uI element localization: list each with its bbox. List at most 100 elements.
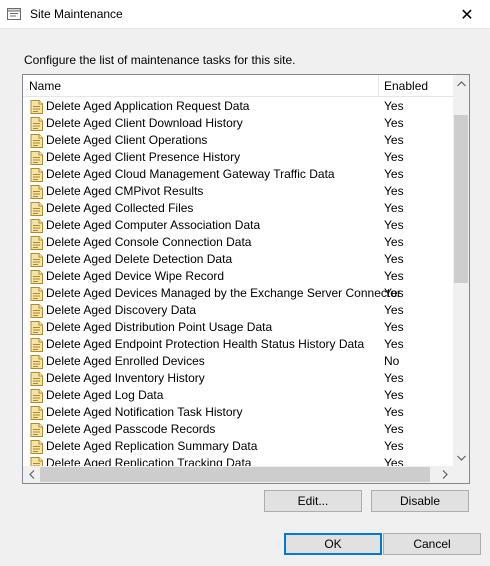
task-enabled: Yes [384, 218, 404, 232]
table-row[interactable]: Delete Aged Inventory History Yes [23, 370, 453, 387]
close-button[interactable]: ✕ [444, 0, 490, 29]
task-enabled: Yes [384, 371, 404, 385]
close-icon: ✕ [460, 6, 474, 24]
column-header-enabled[interactable]: Enabled [379, 75, 453, 97]
table-row[interactable]: Delete Aged Client Download History Yes [23, 115, 453, 132]
table-row[interactable]: Delete Aged Cloud Management Gateway Tra… [23, 166, 453, 183]
task-icon [30, 151, 43, 165]
task-name: Delete Aged Devices Managed by the Excha… [46, 286, 401, 300]
table-row[interactable]: Delete Aged Collected Files Yes [23, 200, 453, 217]
task-enabled: Yes [384, 303, 404, 317]
task-enabled: Yes [384, 167, 404, 181]
scroll-left-icon[interactable] [23, 466, 40, 483]
task-icon [30, 389, 43, 403]
task-icon [30, 440, 43, 454]
table-row[interactable]: Delete Aged CMPivot Results Yes [23, 183, 453, 200]
vertical-scrollbar[interactable] [453, 75, 469, 466]
task-name: Delete Aged Enrolled Devices [46, 354, 205, 368]
task-name: Delete Aged Cloud Management Gateway Tra… [46, 167, 335, 181]
task-enabled: Yes [384, 99, 404, 113]
task-enabled: Yes [384, 184, 404, 198]
task-icon [30, 219, 43, 233]
cancel-button[interactable]: Cancel [383, 533, 481, 555]
task-icon [30, 202, 43, 216]
table-row[interactable]: Delete Aged Discovery Data Yes [23, 302, 453, 319]
task-enabled: Yes [384, 235, 404, 249]
task-name: Delete Aged Computer Association Data [46, 218, 261, 232]
task-enabled: Yes [384, 388, 404, 402]
task-icon [30, 270, 43, 284]
task-enabled: Yes [384, 269, 404, 283]
task-enabled: Yes [384, 116, 404, 130]
edit-button[interactable]: Edit... [264, 490, 362, 512]
task-name: Delete Aged Replication Tracking Data [46, 456, 252, 466]
table-row[interactable]: Delete Aged Enrolled Devices No [23, 353, 453, 370]
task-name: Delete Aged Device Wipe Record [46, 269, 225, 283]
table-row[interactable]: Delete Aged Distribution Point Usage Dat… [23, 319, 453, 336]
table-row[interactable]: Delete Aged Device Wipe Record Yes [23, 268, 453, 285]
task-icon [30, 457, 43, 466]
list-rows: Delete Aged Application Request Data Yes D… [23, 98, 453, 466]
task-enabled: Yes [384, 150, 404, 164]
task-name: Delete Aged Inventory History [46, 371, 205, 385]
table-row[interactable]: Delete Aged Computer Association Data Yes [23, 217, 453, 234]
task-name: Delete Aged Collected Files [46, 201, 194, 215]
window-title: Site Maintenance [30, 7, 123, 21]
table-row[interactable]: Delete Aged Endpoint Protection Health S… [23, 336, 453, 353]
task-enabled: Yes [384, 133, 404, 147]
horizontal-scrollbar[interactable] [23, 466, 453, 483]
task-icon [30, 423, 43, 437]
task-enabled: Yes [384, 286, 404, 300]
disable-button[interactable]: Disable [371, 490, 469, 512]
task-name: Delete Aged Client Presence History [46, 150, 241, 164]
task-icon [30, 185, 43, 199]
task-enabled: Yes [384, 439, 404, 453]
task-icon [30, 372, 43, 386]
task-icon [30, 287, 43, 301]
task-icon [30, 117, 43, 131]
task-icon [30, 355, 43, 369]
task-icon [30, 100, 43, 114]
task-name: Delete Aged Client Download History [46, 116, 243, 130]
table-row[interactable]: Delete Aged Console Connection Data Yes [23, 234, 453, 251]
task-name: Delete Aged Client Operations [46, 133, 208, 147]
task-name: Delete Aged Application Request Data [46, 99, 250, 113]
table-row[interactable]: Delete Aged Client Presence History Yes [23, 149, 453, 166]
task-enabled: Yes [384, 252, 404, 266]
task-name: Delete Aged CMPivot Results [46, 184, 204, 198]
task-name: Delete Aged Delete Detection Data [46, 252, 233, 266]
scroll-right-icon[interactable] [436, 466, 453, 483]
task-name: Delete Aged Discovery Data [46, 303, 197, 317]
ok-button[interactable]: OK [284, 533, 382, 555]
title-bar: Site Maintenance ✕ [0, 0, 490, 29]
task-icon [30, 168, 43, 182]
table-row[interactable]: Delete Aged Devices Managed by the Excha… [23, 285, 453, 302]
table-row[interactable]: Delete Aged Passcode Records Yes [23, 421, 453, 438]
task-enabled: Yes [384, 320, 404, 334]
horizontal-scroll-thumb[interactable] [40, 467, 430, 482]
task-name: Delete Aged Notification Task History [46, 405, 243, 419]
task-icon [30, 236, 43, 250]
column-header-name[interactable]: Name [23, 75, 379, 97]
task-enabled: Yes [384, 201, 404, 215]
task-name: Delete Aged Passcode Records [46, 422, 216, 436]
table-row[interactable]: Delete Aged Client Operations Yes [23, 132, 453, 149]
task-icon [30, 253, 43, 267]
table-row[interactable]: Delete Aged Replication Tracking Data Yes [23, 455, 453, 466]
task-name: Delete Aged Distribution Point Usage Dat… [46, 320, 273, 334]
task-name: Delete Aged Replication Summary Data [46, 439, 258, 453]
task-icon [30, 321, 43, 335]
window-icon [7, 8, 21, 20]
table-row[interactable]: Delete Aged Log Data Yes [23, 387, 453, 404]
task-enabled: Yes [384, 422, 404, 436]
vertical-scroll-thumb[interactable] [454, 115, 468, 283]
maintenance-task-list[interactable]: Name Enabled Delete Aged Application Req… [22, 74, 470, 484]
scroll-up-icon[interactable] [453, 75, 469, 92]
list-header: Name Enabled [23, 75, 453, 97]
table-row[interactable]: Delete Aged Application Request Data Yes [23, 98, 453, 115]
table-row[interactable]: Delete Aged Delete Detection Data Yes [23, 251, 453, 268]
table-row[interactable]: Delete Aged Replication Summary Data Yes [23, 438, 453, 455]
table-row[interactable]: Delete Aged Notification Task History Yes [23, 404, 453, 421]
task-icon [30, 304, 43, 318]
scroll-down-icon[interactable] [453, 449, 469, 466]
